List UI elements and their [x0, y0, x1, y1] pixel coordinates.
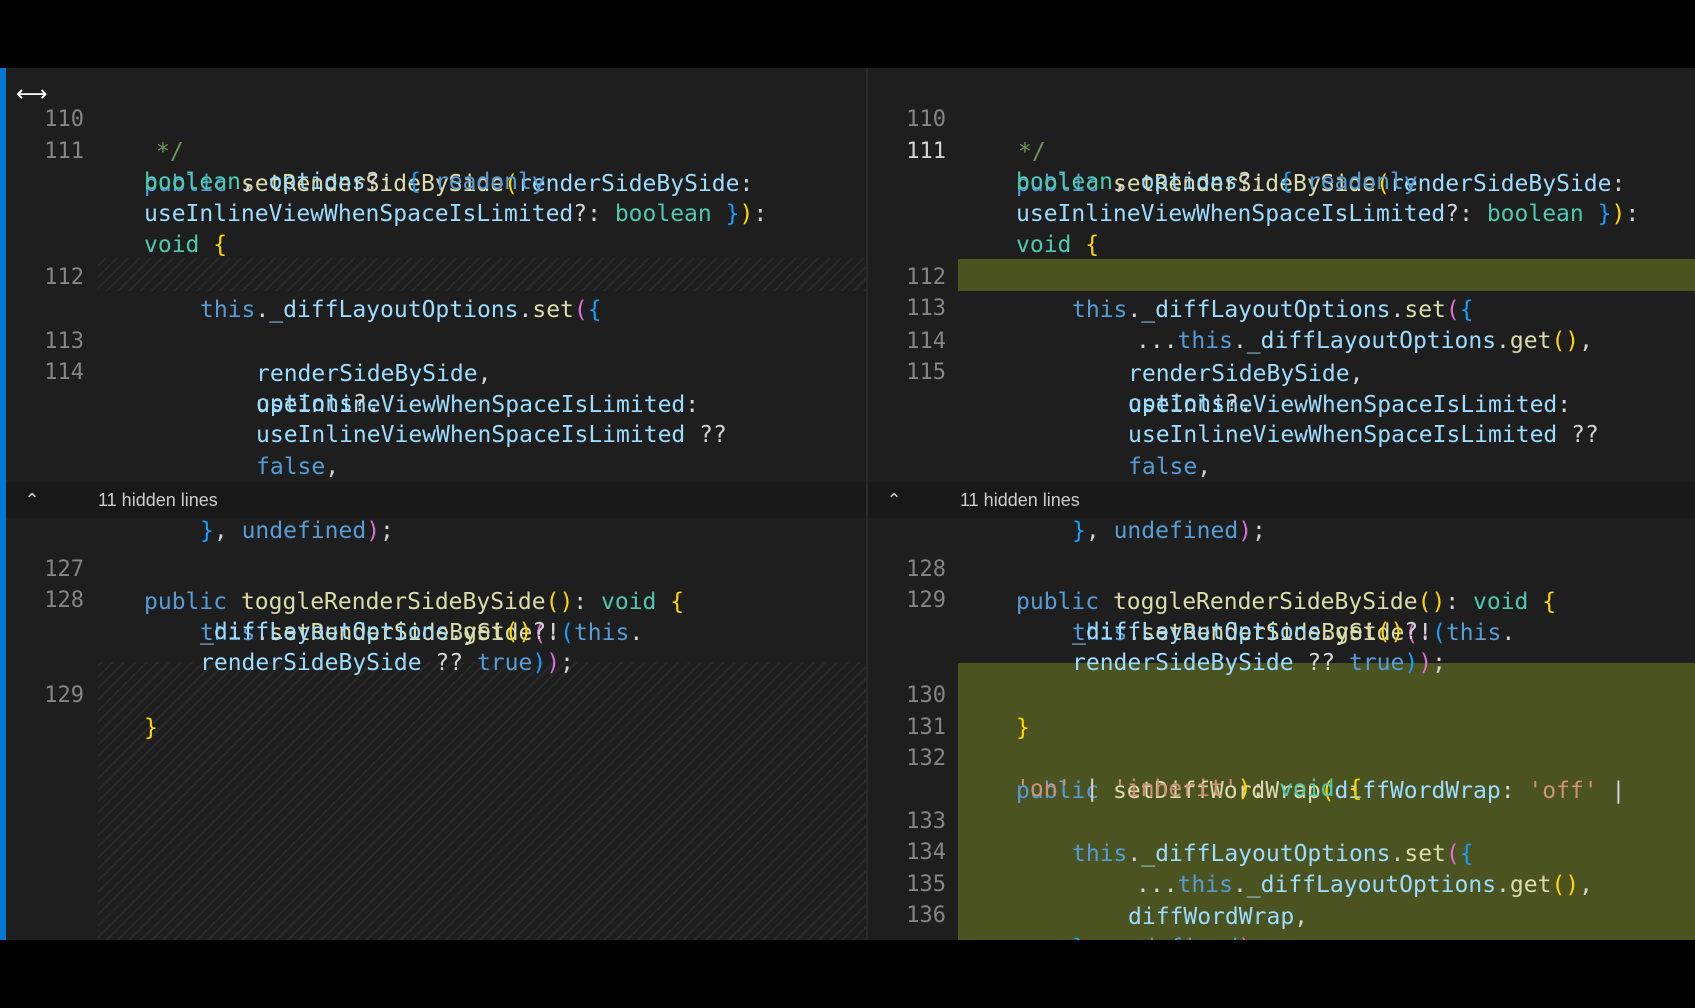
- code-line: 129 }: [6, 646, 866, 741]
- code-line: renderSideBySide ?? true));: [200, 650, 574, 676]
- code-line: 136 }, undefined);: [868, 866, 1695, 940]
- code-line: boolean, options?: { readonly: [1016, 169, 1418, 195]
- code-line: useInlineViewWhenSpaceIsLimited?: boolea…: [1016, 201, 1640, 227]
- code-line: 114 renderSideBySide,: [868, 292, 1695, 387]
- code-line: 127 public toggleRenderSideBySide(): voi…: [6, 520, 866, 615]
- hidden-lines-bar[interactable]: ⌃ 11 hidden lines: [6, 482, 866, 518]
- code-line: options?.: [1128, 391, 1253, 417]
- code-line: false,: [256, 454, 340, 480]
- line-number: 129: [44, 683, 84, 708]
- code-line: useInlineViewWhenSpaceIsLimited ??: [1128, 422, 1599, 448]
- code-line: void {: [144, 232, 228, 258]
- modified-pane[interactable]: 110 */ 111 public setRenderSideBySide(re…: [868, 68, 1695, 940]
- code-line: boolean, options?: { readonly: [144, 169, 546, 195]
- code-line: useInlineViewWhenSpaceIsLimited?: boolea…: [144, 201, 768, 227]
- code-line: 115 }, undefined);: [6, 449, 866, 544]
- hidden-lines-label[interactable]: 11 hidden lines: [98, 482, 218, 518]
- hidden-lines-bar[interactable]: ⌃ 11 hidden lines: [868, 482, 1695, 518]
- code-line: 131: [868, 678, 1695, 740]
- diff-editor: 110 */ 111 public setRenderSideBySide(re…: [0, 68, 1695, 940]
- code-line: 111 public setRenderSideBySide(renderSid…: [868, 102, 1695, 197]
- line-number: 136: [906, 903, 946, 928]
- code-line: _diffLayoutOptions.get()?.: [200, 619, 561, 645]
- code-line: 110 */: [6, 70, 866, 165]
- code-line: 135 diffWordWrap,: [868, 835, 1695, 930]
- code-line: 116 }, undefined);: [868, 449, 1695, 544]
- line-number: 112: [44, 265, 84, 290]
- code-line: options?.: [256, 391, 381, 417]
- code-line: 111 public setRenderSideBySide(renderSid…: [6, 102, 866, 197]
- code-line: 114 useInlineViewWhenSpaceIsLimited:: [6, 323, 866, 418]
- code-line: 110 */: [868, 70, 1695, 165]
- original-pane[interactable]: 110 */ 111 public setRenderSideBySide(re…: [6, 68, 866, 940]
- code-line: 115 useInlineViewWhenSpaceIsLimited:: [868, 323, 1695, 418]
- code-line: void {: [1016, 232, 1100, 258]
- code-line: 112 this._diffLayoutOptions.set({: [6, 228, 866, 323]
- code-line: 113 ...this._diffLayoutOptions.get(),: [868, 259, 1695, 354]
- code-line: 134 ...this._diffLayoutOptions.get(),: [868, 803, 1695, 898]
- code-line: 130 }: [868, 646, 1695, 741]
- unfold-icon[interactable]: ⌃: [20, 482, 44, 518]
- diff-filler: [98, 662, 866, 940]
- code-line: 128 this.setRenderSideBySide(!(this.: [6, 551, 866, 646]
- unfold-icon[interactable]: ⌃: [882, 482, 906, 518]
- code-line: false,: [1128, 454, 1212, 480]
- code-line: _diffLayoutOptions.get()?.: [1072, 619, 1433, 645]
- code-line: 128 public toggleRenderSideBySide(): voi…: [868, 520, 1695, 615]
- code-line: 129 this.setRenderSideBySide(!(this.: [868, 551, 1695, 646]
- code-line: 112 this._diffLayoutOptions.set({: [868, 228, 1695, 323]
- hidden-lines-label[interactable]: 11 hidden lines: [960, 482, 1080, 518]
- resize-cursor-icon: ⟷: [16, 82, 48, 107]
- code-line: 132 public setDiffWordWrap(diffWordWrap:…: [868, 709, 1695, 804]
- code-line: renderSideBySide ?? true));: [1072, 650, 1446, 676]
- diff-filler: [98, 258, 866, 291]
- code-line: useInlineViewWhenSpaceIsLimited ??: [256, 422, 727, 448]
- code-line: 113 renderSideBySide,: [6, 292, 866, 387]
- code-line: 'on' | 'inherit'): void {: [1016, 776, 1363, 802]
- code-line: 133 this._diffLayoutOptions.set({: [868, 772, 1695, 867]
